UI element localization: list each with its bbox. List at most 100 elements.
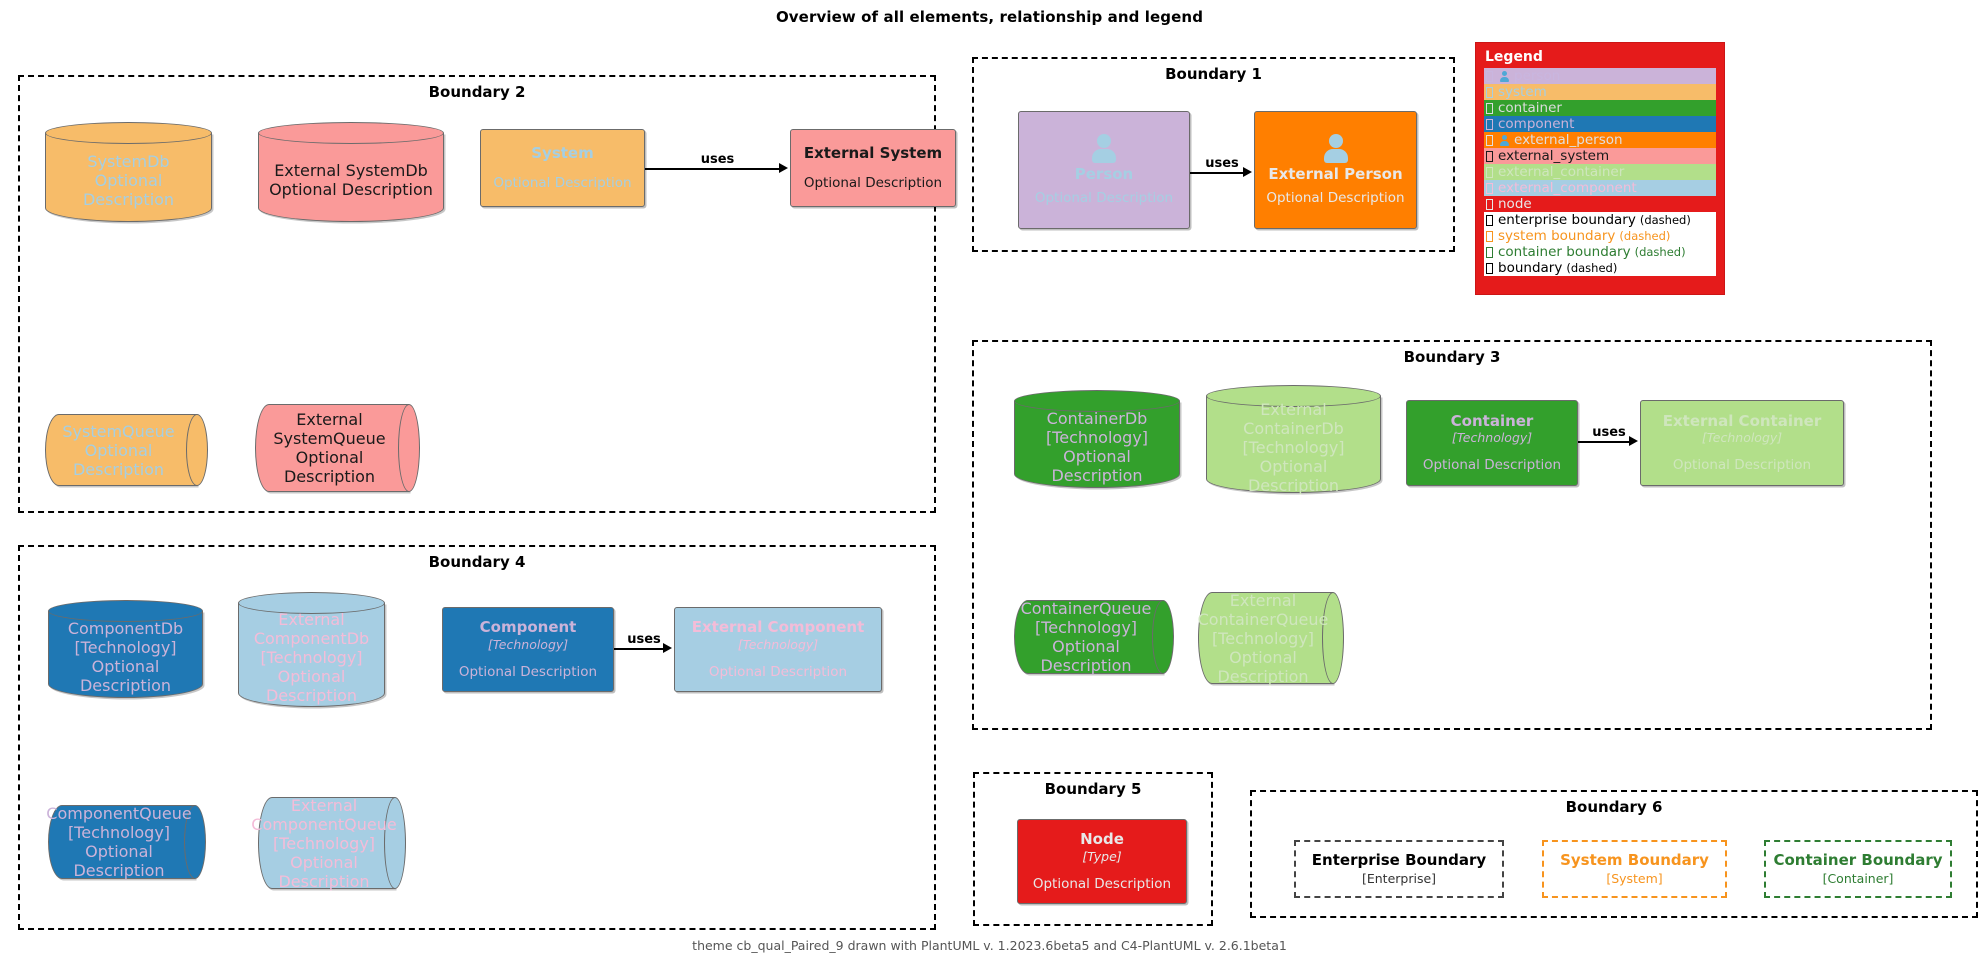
element-name: External Component [691,618,865,636]
element-name: External System [803,143,943,162]
element-name: SystemDb [87,151,170,171]
sample-system-boundary[interactable]: System Boundary [System] [1542,840,1727,898]
relationship-component-uses: uses [614,619,674,677]
relationship-label: uses [627,631,661,647]
element-description: Optional Description [82,170,175,209]
element-description: Optional Description [458,663,598,680]
element-system-queue[interactable]: SystemQueue Optional Description [45,414,208,486]
element-name: External ContainerQueue [1197,590,1329,629]
element-name: External ComponentDb [253,610,370,648]
legend-swatch-icon [1486,134,1493,146]
element-name: External Container [1662,411,1822,430]
element-technology: [Technology] [1701,430,1783,446]
arrow-line [1578,441,1629,443]
element-person[interactable]: Person Optional Description [1018,111,1190,229]
boundary-2-title: Boundary 2 [428,83,526,101]
legend-label: enterprise boundary [1498,212,1636,228]
element-technology: [Technology] [1451,430,1533,446]
element-technology: [Technology] [737,636,819,652]
element-external-system[interactable]: External System Optional Description [790,129,956,207]
element-external-person[interactable]: External Person Optional Description [1254,111,1417,229]
element-technology: [Technology] [260,648,363,667]
legend-swatch-icon [1486,214,1493,226]
relationship-label: uses [1592,424,1626,440]
legend-row: person [1484,68,1716,84]
legend-label: person [1514,68,1561,84]
element-node[interactable]: Node [Type] Optional Description [1017,819,1187,904]
person-icon [1498,70,1511,83]
element-description: Optional Description [1217,647,1309,686]
element-external-container-queue[interactable]: External ContainerQueue [Technology] Opt… [1197,590,1344,686]
person-body [1500,140,1509,146]
element-name: Node [1080,830,1124,848]
legend-label: system boundary [1498,228,1616,244]
element-name: SystemQueue [62,421,175,441]
element-system-db[interactable]: SystemDb Optional Description [45,122,212,222]
element-external-component-queue[interactable]: External ComponentQueue [Technology] Opt… [251,796,406,891]
element-name: Component [479,618,577,636]
element-external-component[interactable]: External Component [Technology] Optional… [674,607,882,692]
element-description: Optional Description [1247,456,1340,495]
sample-type: [System] [1606,870,1663,886]
element-technology: [Technology] [487,636,569,652]
arrow-line [645,168,779,170]
element-name: External SystemQueue [273,410,386,448]
element-container-queue[interactable]: ContainerQueue [Technology] Optional Des… [1014,599,1174,675]
element-external-system-db[interactable]: External SystemDb Optional Description [258,122,444,222]
element-component-queue[interactable]: ComponentQueue [Technology] Optional Des… [46,804,206,880]
page-title: Overview of all elements, relationship a… [775,8,1204,26]
element-technology: [Type] [1082,848,1122,864]
element-name: ContainerDb [1046,409,1148,428]
person-head [1097,133,1111,148]
boundary-6-title: Boundary 6 [1565,798,1663,816]
element-description: Optional Description [1422,457,1562,474]
element-text: ComponentQueue [Technology] Optional Des… [46,804,191,880]
element-text: ContainerQueue [Technology] Optional Des… [1016,599,1156,675]
element-external-container[interactable]: External Container [Technology] Optional… [1640,400,1844,486]
element-technology: [Technology] [1045,428,1149,447]
element-name: ComponentQueue [46,804,192,823]
legend-label: container boundary [1498,244,1631,260]
sample-name: System Boundary [1560,851,1709,870]
element-container-db[interactable]: ContainerDb [Technology] Optional Descri… [1014,390,1180,488]
element-description: Optional Description [1672,457,1812,474]
element-external-system-queue[interactable]: External SystemQueue Optional Descriptio… [255,404,420,492]
element-text: SystemQueue Optional Description [47,414,190,486]
legend-swatch-icon [1486,182,1493,194]
element-text: ContainerDb [Technology] Optional Descri… [1014,408,1180,486]
sample-name: Enterprise Boundary [1311,851,1487,870]
legend-swatch-icon [1486,102,1493,114]
person-body [1092,148,1116,163]
element-description: Optional Description [79,657,172,695]
legend-row: external_component [1484,180,1716,196]
legend-label-suffix: (dashed) [1639,213,1691,227]
person-head [1502,70,1507,76]
element-name: External ContainerDb [1243,399,1344,438]
element-component[interactable]: Component [Technology] Optional Descript… [442,607,614,692]
element-container[interactable]: Container [Technology] Optional Descript… [1406,400,1578,486]
element-technology: [Technology] [272,833,376,853]
element-external-component-db[interactable]: External ComponentDb [Technology] Option… [238,592,385,707]
legend-swatch-icon [1486,198,1493,210]
boundary-6: Boundary 6 Enterprise Boundary [Enterpri… [1250,790,1978,918]
legend-row: external_container [1484,164,1716,180]
element-text: External SystemDb Optional Description [258,140,444,220]
arrow-line [614,648,663,650]
element-technology: [Technology] [1034,618,1138,637]
boundary-4-title: Boundary 4 [428,553,526,571]
person-head [1502,134,1507,140]
element-text: External ContainerDb [Technology] Option… [1206,399,1381,495]
legend-label: external_component [1498,180,1637,196]
element-component-db[interactable]: ComponentDb [Technology] Optional Descri… [48,600,203,698]
element-text: SystemDb Optional Description [45,140,212,220]
legend-label: container [1498,100,1562,116]
legend-label: external_system [1498,148,1610,164]
element-external-container-db[interactable]: External ContainerDb [Technology] Option… [1206,385,1381,495]
legend-row: node [1484,196,1716,212]
sample-enterprise-boundary[interactable]: Enterprise Boundary [Enterprise] [1294,840,1504,898]
element-system[interactable]: System Optional Description [480,129,645,207]
sample-type: [Container] [1822,870,1894,886]
boundary-1: Boundary 1 Person Optional Description u… [972,57,1455,252]
legend-label-suffix: (dashed) [1619,229,1671,243]
sample-container-boundary[interactable]: Container Boundary [Container] [1764,840,1952,898]
